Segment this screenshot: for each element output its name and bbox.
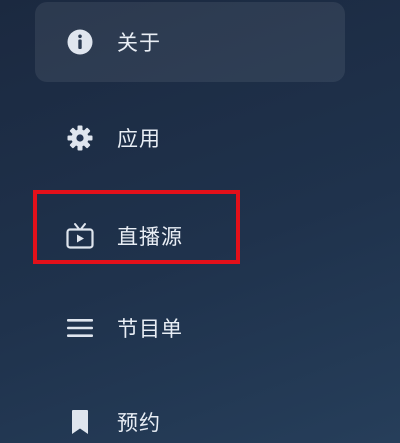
menu-item-reservations[interactable]: 预约	[35, 382, 345, 443]
menu-item-label: 预约	[117, 411, 161, 435]
tv-icon	[65, 221, 95, 251]
settings-menu: 关于 应用 直播源 节目单 预约	[0, 0, 400, 443]
menu-item-label: 应用	[117, 127, 161, 151]
menu-item-program-guide[interactable]: 节目单	[35, 288, 345, 368]
menu-item-about[interactable]: 关于	[35, 2, 345, 82]
menu-item-live-sources[interactable]: 直播源	[35, 196, 345, 276]
list-icon	[65, 313, 95, 343]
gear-icon	[65, 123, 95, 153]
menu-item-label: 直播源	[117, 225, 183, 249]
menu-item-label: 关于	[117, 31, 161, 55]
bookmark-icon	[65, 407, 95, 437]
menu-item-label: 节目单	[117, 317, 183, 341]
menu-item-apps[interactable]: 应用	[35, 98, 345, 178]
info-icon	[65, 27, 95, 57]
